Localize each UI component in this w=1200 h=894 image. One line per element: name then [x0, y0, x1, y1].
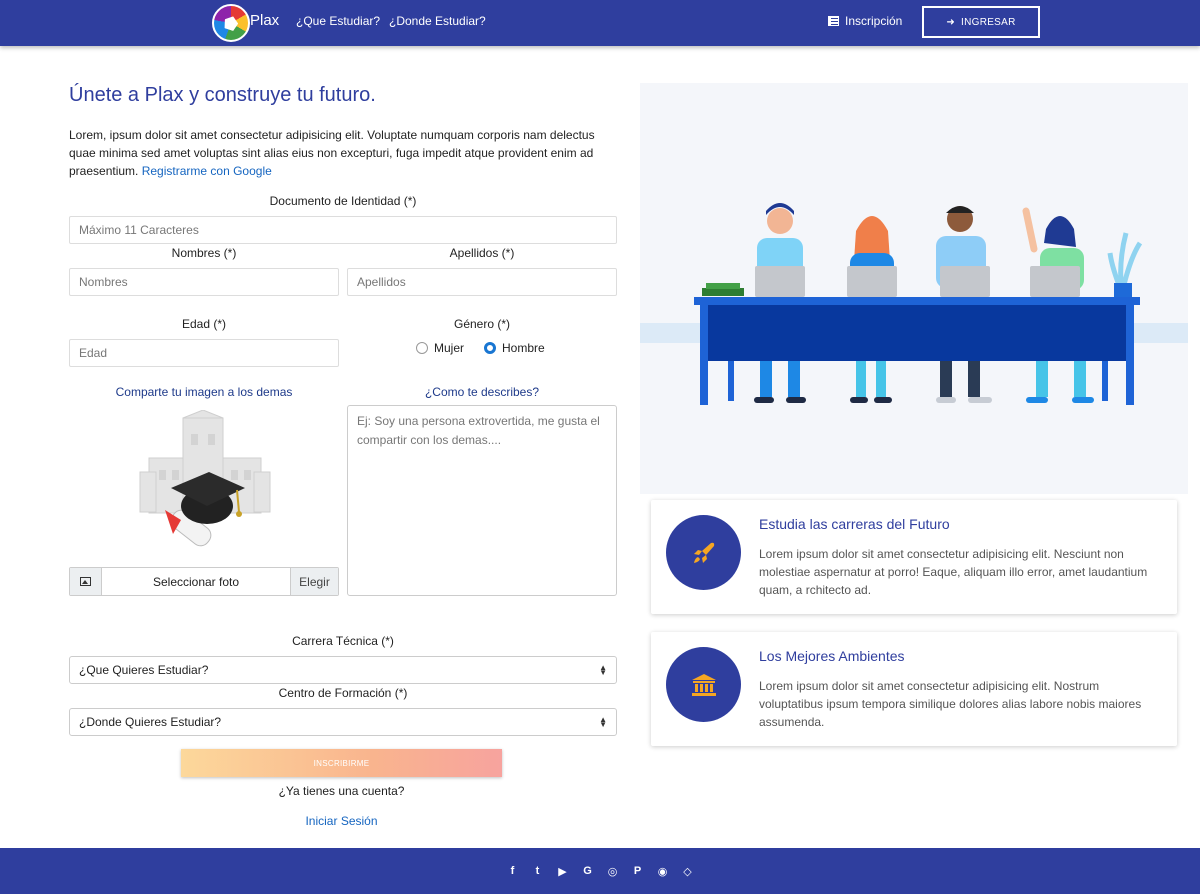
radio-female-label: Mujer	[434, 341, 465, 355]
github-icon[interactable]: ◉	[656, 865, 669, 878]
intro-text: Lorem, ipsum dolor sit amet consectetur …	[69, 126, 614, 180]
brand-name[interactable]: Plax	[250, 12, 279, 29]
nav-que-estudiar[interactable]: ¿Que Estudiar?	[296, 14, 380, 28]
feature-icon-circle	[666, 647, 741, 722]
image-icon	[70, 568, 102, 595]
photo-file-input[interactable]: Seleccionar foto Elegir	[69, 567, 339, 596]
names-input[interactable]: Nombres	[69, 268, 339, 296]
feature-title: Estudia las carreras del Futuro	[759, 516, 950, 532]
rocket-icon	[693, 542, 714, 563]
age-label: Edad (*)	[181, 317, 227, 331]
twitter-icon[interactable]: t	[531, 865, 544, 877]
pinterest-icon[interactable]: P	[631, 865, 644, 877]
doc-input[interactable]: Máximo 11 Caracteres	[69, 216, 617, 244]
students-illustration	[640, 203, 1188, 405]
hero-illustration	[640, 83, 1188, 494]
radio-male-label: Hombre	[502, 341, 545, 355]
radio-male[interactable]	[484, 342, 497, 354]
center-select[interactable]: ¿Donde Quieres Estudiar? ▲ ▼	[69, 708, 617, 736]
surnames-input[interactable]: Apellidos	[347, 268, 617, 296]
career-select-value: ¿Que Quieres Estudiar?	[79, 663, 209, 677]
list-icon	[828, 16, 839, 26]
describe-textarea[interactable]: Ej: Soy una persona extrovertida, me gus…	[347, 405, 617, 596]
login-link[interactable]: Iniciar Sesión	[181, 814, 502, 828]
page-title: Únete a Plax y construye tu futuro.	[69, 84, 376, 106]
google-register-link[interactable]: Registrarme con Google	[142, 164, 272, 178]
feature-icon-circle	[666, 515, 741, 590]
graduation-image	[139, 410, 271, 547]
nav-donde-estudiar[interactable]: ¿Donde Estudiar?	[389, 14, 486, 28]
nav-inscripcion[interactable]: Inscripción	[828, 14, 902, 28]
gender-radio-group: Mujer Hombre	[416, 341, 545, 355]
login-button-label: INGRESAR	[961, 16, 1016, 28]
center-label: Centro de Formación (*)	[278, 686, 408, 700]
feature-card: Estudia las carreras del Futuro Lorem ip…	[651, 500, 1177, 614]
select-arrows-icon: ▲ ▼	[599, 663, 607, 677]
photo-label[interactable]: Comparte tu imagen a los demas	[69, 385, 339, 399]
facebook-icon[interactable]: f	[506, 865, 519, 877]
institution-icon	[691, 673, 716, 696]
feature-text: Lorem ipsum dolor sit amet consectetur a…	[759, 679, 1142, 729]
file-select-text[interactable]: Seleccionar foto	[102, 568, 290, 595]
career-select[interactable]: ¿Que Quieres Estudiar? ▲ ▼	[69, 656, 617, 684]
doc-label: Documento de Identidad (*)	[269, 194, 417, 208]
sign-in-icon: ➜	[946, 16, 956, 28]
google-plus-icon[interactable]: G	[581, 865, 594, 877]
surnames-label: Apellidos (*)	[449, 246, 515, 260]
file-choose-button[interactable]: Elegir	[290, 568, 338, 595]
gender-label: Género (*)	[453, 317, 511, 331]
nav-inscripcion-label: Inscripción	[845, 14, 903, 28]
dribbble-icon[interactable]: ◎	[606, 865, 619, 878]
have-account-text: ¿Ya tienes una cuenta?	[278, 784, 405, 798]
navbar: Plax ¿Que Estudiar? ¿Donde Estudiar? Ins…	[0, 0, 1200, 46]
select-arrows-icon: ▲ ▼	[599, 715, 607, 729]
describe-label[interactable]: ¿Como te describes?	[347, 385, 617, 399]
footer: f t ▶ G ◎ P ◉ ◇	[0, 848, 1200, 894]
plax-logo-icon[interactable]	[212, 4, 250, 42]
age-input[interactable]: Edad	[69, 339, 339, 367]
login-button[interactable]: ➜ INGRESAR	[922, 6, 1040, 38]
career-label: Carrera Técnica (*)	[292, 634, 394, 648]
codepen-icon[interactable]: ◇	[681, 865, 694, 878]
submit-button[interactable]: INSCRIBIRME	[181, 749, 502, 777]
youtube-icon[interactable]: ▶	[556, 865, 569, 878]
feature-title: Los Mejores Ambientes	[759, 648, 905, 664]
radio-female[interactable]	[416, 342, 428, 354]
center-select-value: ¿Donde Quieres Estudiar?	[79, 715, 222, 729]
feature-text: Lorem ipsum dolor sit amet consectetur a…	[759, 547, 1148, 597]
names-label: Nombres (*)	[171, 246, 237, 260]
feature-card: Los Mejores Ambientes Lorem ipsum dolor …	[651, 632, 1177, 746]
